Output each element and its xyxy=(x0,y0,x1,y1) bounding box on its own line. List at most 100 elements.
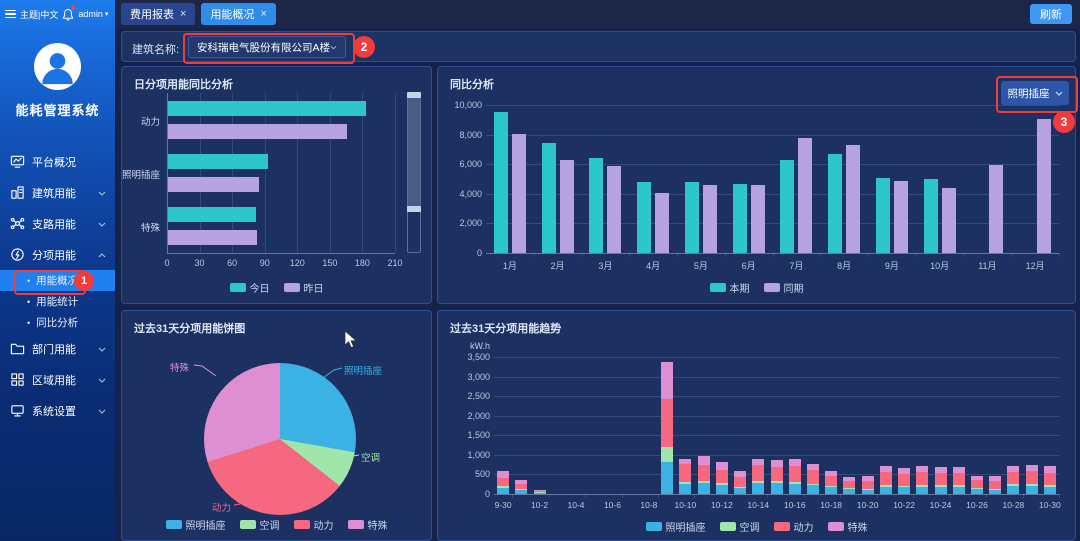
legend-item[interactable]: 动力 xyxy=(293,517,334,532)
user-menu[interactable]: admin ▾ xyxy=(78,9,108,19)
chevron-down-icon xyxy=(98,187,106,199)
legend-swatch xyxy=(347,520,364,529)
axis-tick xyxy=(658,494,660,498)
bar-segment xyxy=(825,486,838,487)
bar-segment xyxy=(752,465,765,481)
axis-tick xyxy=(730,494,732,498)
legend-item[interactable]: 空调 xyxy=(239,517,280,532)
hamburger-menu-icon[interactable] xyxy=(5,9,16,19)
sidebar-subitem[interactable]: • 用能统计 xyxy=(0,291,115,312)
notification-bell-icon[interactable] xyxy=(62,5,76,21)
sidebar-item[interactable]: 支路用能 xyxy=(0,208,115,239)
sidebar-subitem[interactable]: • 同比分析 xyxy=(0,312,115,333)
theme-language-switcher[interactable]: 主题|中文 xyxy=(20,8,58,21)
legend-label: 昨日 xyxy=(303,284,324,295)
chevron-down-icon xyxy=(98,218,106,230)
legend-item[interactable]: 空调 xyxy=(719,519,760,534)
sidebar-item-label: 建筑用能 xyxy=(32,187,76,200)
tab-label: 费用报表 xyxy=(130,9,174,21)
legend-item[interactable]: 今日 xyxy=(229,280,270,295)
x-tick-label: 10月 xyxy=(930,261,950,271)
axis-tick xyxy=(1011,253,1013,257)
tab-close-icon[interactable]: × xyxy=(180,8,186,20)
gridline xyxy=(232,93,234,253)
x-tick-label: 10-14 xyxy=(747,500,770,510)
axis-tick xyxy=(677,253,678,257)
legend-item[interactable]: 特殊 xyxy=(827,519,868,534)
y-tick-label: 6,000 xyxy=(459,159,482,170)
bar xyxy=(923,179,938,253)
bar-segment xyxy=(825,471,838,476)
building-select[interactable]: 安科瑞电气股份有限公司A楼 xyxy=(188,36,346,58)
y-tick-label: 2,500 xyxy=(467,391,490,402)
bar-segment xyxy=(1007,466,1020,472)
axis-tick xyxy=(629,253,631,257)
x-tick-label: 150 xyxy=(322,258,338,268)
x-tick-label: 10-28 xyxy=(1002,500,1025,510)
bar-segment xyxy=(825,487,838,494)
sidebar-subitem-label: 同比分析 xyxy=(36,317,79,329)
legend-item[interactable]: 照明插座 xyxy=(165,517,226,532)
legend-label: 照明插座 xyxy=(185,521,226,532)
bar-segment xyxy=(679,482,692,484)
gridline xyxy=(362,93,364,253)
bar-segment xyxy=(898,468,911,474)
bar xyxy=(607,166,622,253)
bar-segment xyxy=(1025,471,1038,484)
bar-segment xyxy=(697,456,710,465)
axis-tick xyxy=(772,253,774,257)
datazoom-slider[interactable] xyxy=(407,92,421,253)
chevron-down-icon xyxy=(98,405,106,417)
bar xyxy=(780,160,795,253)
datazoom-handle-top[interactable] xyxy=(407,92,421,98)
legend-item[interactable]: 照明插座 xyxy=(645,519,706,534)
bar xyxy=(875,178,890,253)
legend-item[interactable]: 动力 xyxy=(773,519,814,534)
bar xyxy=(168,207,256,223)
y-tick-label: 2,000 xyxy=(459,218,482,229)
refresh-button[interactable]: 刷新 xyxy=(1030,4,1072,24)
bar-segment xyxy=(1007,486,1020,494)
topbar-main: 费用报表 × 用能概况 × 刷新 xyxy=(115,0,1080,28)
sidebar: 能耗管理系统 平台概况 建筑用能 支路用能 分项用能 • 用能概况 • 用能统计 • 同比分析 部门… xyxy=(0,28,115,541)
y-tick-label: 0 xyxy=(476,248,482,258)
sidebar-item[interactable]: 建筑用能 xyxy=(0,177,115,208)
x-tick-label: 10-24 xyxy=(929,500,952,510)
axis-tick xyxy=(986,494,988,498)
datazoom-handle-bottom[interactable] xyxy=(407,206,421,212)
bar-segment xyxy=(879,487,892,494)
legend-item[interactable]: 本期 xyxy=(709,280,750,295)
sidebar-item[interactable]: 部门用能 xyxy=(0,333,115,364)
x-tick-label: 10-2 xyxy=(531,500,549,510)
sidebar-item[interactable]: 平台概况 xyxy=(0,146,115,177)
axis-tick xyxy=(585,494,587,498)
legend-swatch xyxy=(293,520,310,529)
tab[interactable]: 用能概况 × xyxy=(201,3,276,25)
bar-segment xyxy=(1025,484,1038,486)
bar xyxy=(1037,119,1052,253)
bar-segment xyxy=(788,466,801,482)
sidebar-item-label: 区域用能 xyxy=(32,374,76,387)
bar-segment xyxy=(970,476,983,480)
bar-segment xyxy=(515,490,528,494)
bar-segment xyxy=(697,483,710,494)
x-tick-label: 5月 xyxy=(693,261,708,271)
sidebar-item[interactable]: 系统设置 xyxy=(0,395,115,426)
pie-chart[interactable] xyxy=(204,363,356,515)
legend-item[interactable]: 特殊 xyxy=(347,517,388,532)
bar-segment xyxy=(879,485,892,487)
tab[interactable]: 费用报表 × xyxy=(121,3,196,25)
bar-segment xyxy=(916,487,929,494)
bar-segment xyxy=(715,485,728,494)
legend-item[interactable]: 同期 xyxy=(763,280,804,295)
legend-item[interactable]: 昨日 xyxy=(283,280,324,295)
sidebar-item[interactable]: 区域用能 xyxy=(0,364,115,395)
sidebar-subitem[interactable]: • 用能概况 xyxy=(0,270,115,291)
tab-close-icon[interactable]: × xyxy=(260,8,266,20)
bar xyxy=(655,193,670,253)
datazoom-window[interactable] xyxy=(408,94,420,209)
bar xyxy=(511,134,526,253)
sidebar-item[interactable]: 分项用能 xyxy=(0,239,115,270)
gridline xyxy=(494,376,1059,378)
axis-tick xyxy=(1022,494,1024,498)
